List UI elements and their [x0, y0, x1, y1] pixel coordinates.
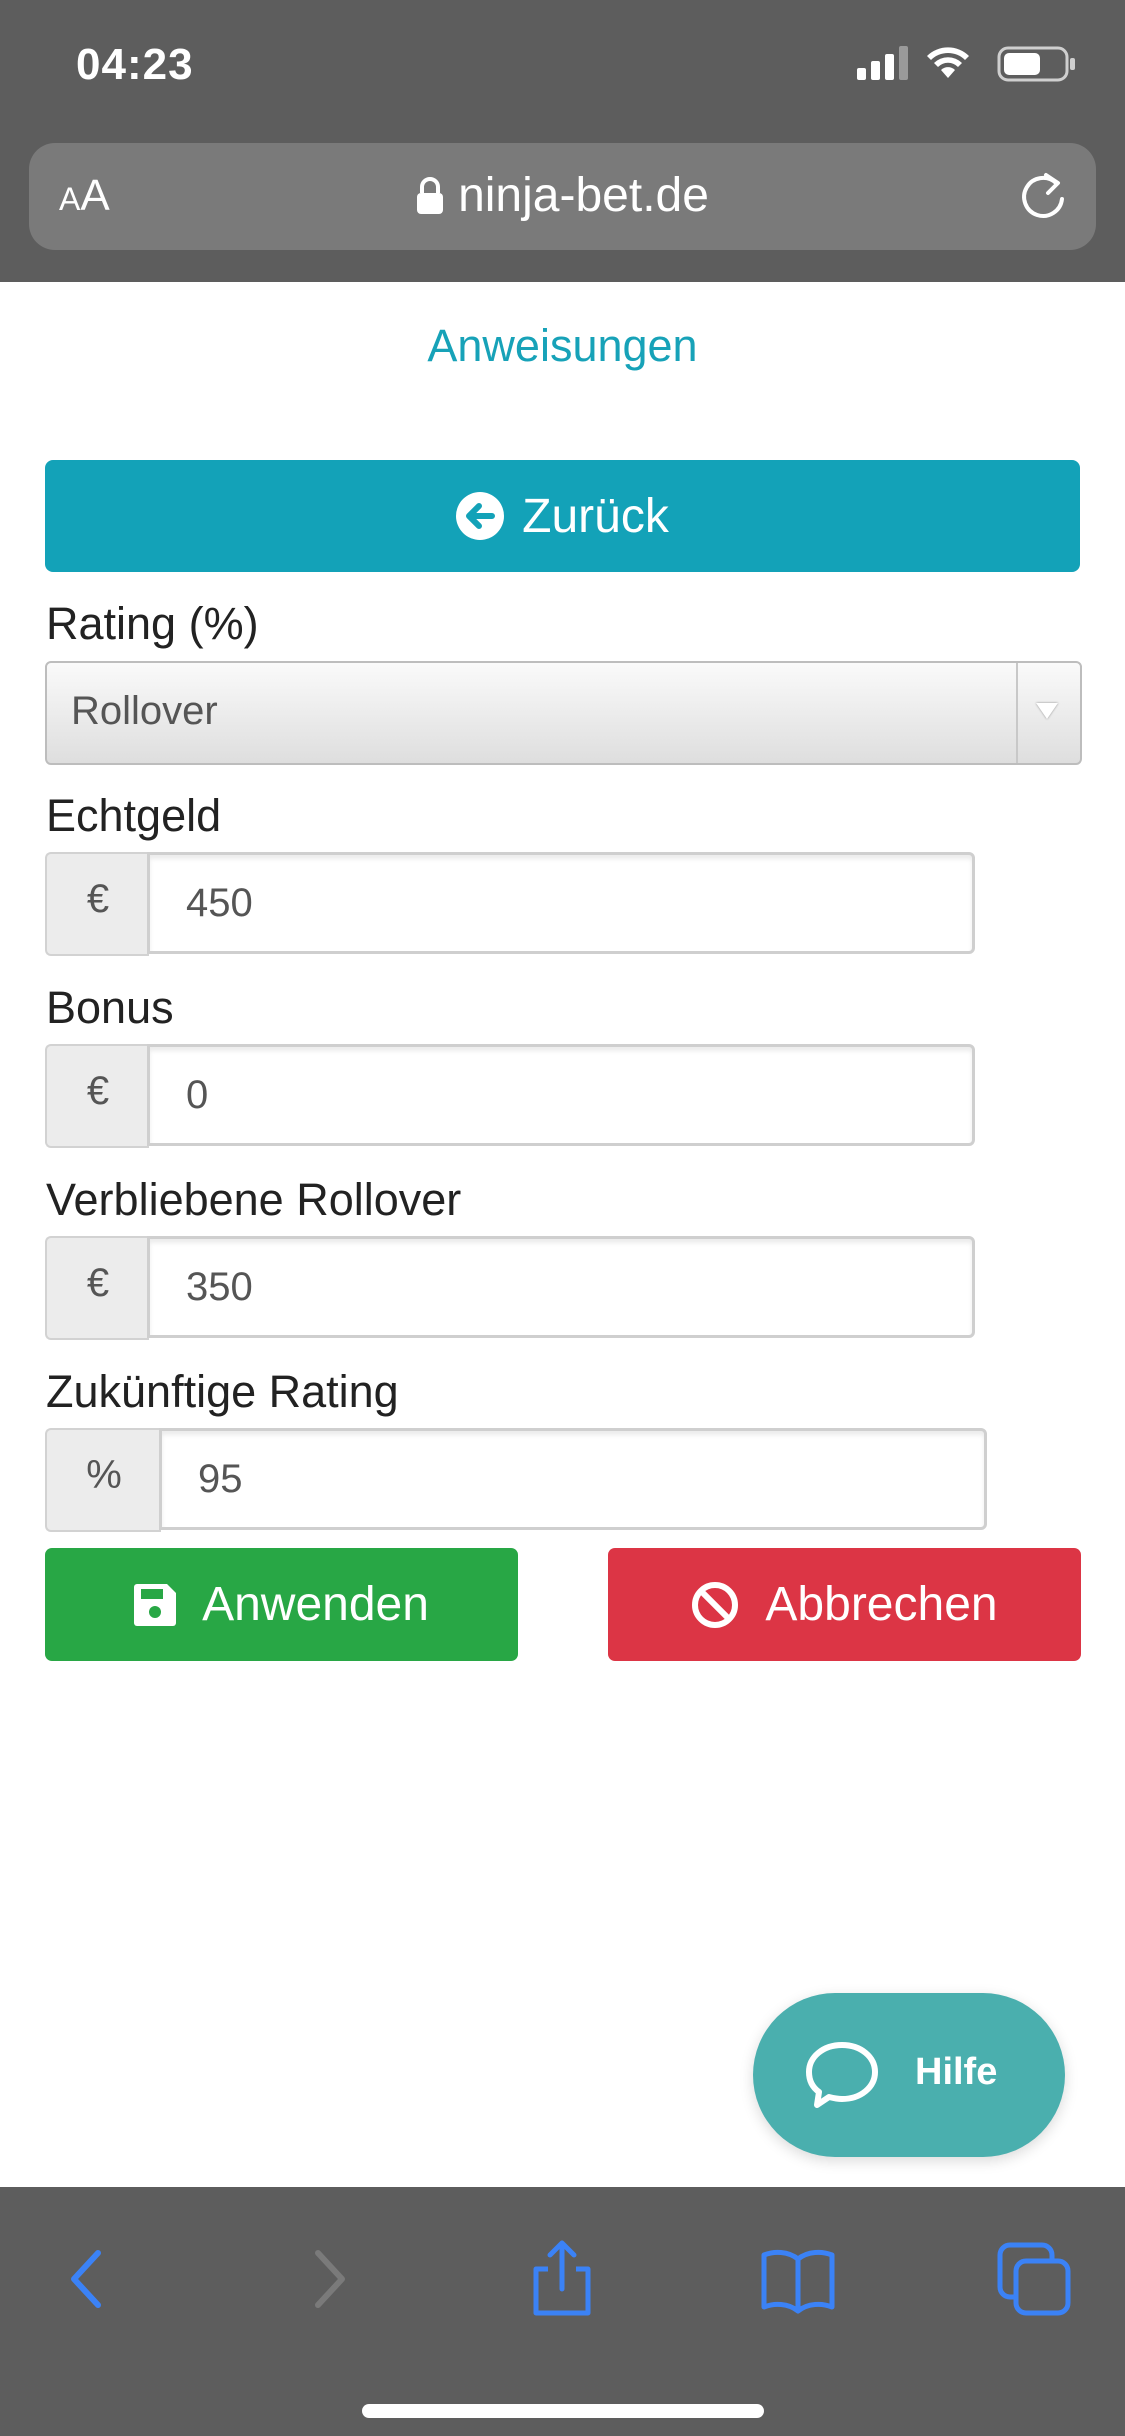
future-rating-group: % 95: [45, 1428, 987, 1532]
forward-icon[interactable]: [288, 2239, 368, 2319]
reload-icon[interactable]: [1016, 169, 1070, 223]
rollover-input[interactable]: 350: [147, 1236, 975, 1338]
rollover-value: 350: [186, 1265, 253, 1309]
url-display[interactable]: ninja-bet.de: [29, 169, 1096, 223]
help-chat-button[interactable]: Hilfe: [753, 1993, 1065, 2157]
bookmarks-icon[interactable]: [758, 2239, 838, 2319]
back-button-label: Zurück: [522, 489, 669, 543]
future-rating-label: Zukünftige Rating: [46, 1366, 399, 1417]
chat-bubble-icon: [806, 2042, 878, 2108]
arrow-circle-left-icon: [456, 492, 505, 540]
cancel-button-label: Abbrechen: [765, 1578, 998, 1631]
echtgeld-value: 450: [186, 881, 253, 925]
save-icon: [134, 1583, 177, 1626]
status-time: 04:23: [76, 40, 194, 89]
url-bar[interactable]: AA ninja-bet.de: [29, 143, 1096, 250]
help-label: Hilfe: [915, 2051, 998, 2093]
browser-toolbar: [0, 2187, 1125, 2436]
future-rating-value: 95: [198, 1457, 243, 1501]
cellular-signal-icon: [857, 46, 908, 80]
echtgeld-group: € 450: [45, 852, 975, 956]
instructions-link[interactable]: Anweisungen: [0, 320, 1125, 372]
rating-label: Rating (%): [46, 598, 259, 649]
percent-addon: %: [45, 1428, 161, 1532]
wifi-icon: [927, 47, 969, 78]
select-arrow: [1016, 663, 1080, 763]
rollover-label: Verbliebene Rollover: [46, 1174, 462, 1225]
euro-addon: €: [45, 1044, 149, 1148]
bonus-group: € 0: [45, 1044, 975, 1148]
bonus-value: 0: [186, 1073, 209, 1117]
euro-addon: €: [45, 1236, 149, 1340]
chevron-down-icon: [1036, 703, 1058, 719]
euro-addon: €: [45, 852, 149, 956]
share-icon[interactable]: [522, 2239, 602, 2319]
echtgeld-label: Echtgeld: [46, 790, 222, 841]
lock-icon: [417, 177, 444, 214]
echtgeld-input[interactable]: 450: [147, 852, 975, 954]
rating-select[interactable]: Rollover: [45, 661, 1082, 765]
apply-button[interactable]: Anwenden: [45, 1548, 518, 1661]
apply-button-label: Anwenden: [202, 1578, 429, 1631]
back-icon[interactable]: [48, 2239, 128, 2319]
url-text: ninja-bet.de: [458, 169, 709, 222]
browser-top-chrome: 04:23 AA ninja-bet.de: [0, 0, 1125, 282]
rating-select-value: Rollover: [71, 689, 218, 733]
bonus-label: Bonus: [46, 982, 174, 1033]
ban-icon: [692, 1581, 739, 1628]
home-indicator: [362, 2404, 764, 2418]
battery-icon: [997, 46, 1075, 82]
tabs-icon[interactable]: [994, 2239, 1074, 2319]
cancel-button[interactable]: Abbrechen: [608, 1548, 1081, 1661]
rollover-group: € 350: [45, 1236, 975, 1340]
future-rating-input[interactable]: 95: [159, 1428, 987, 1530]
back-button[interactable]: Zurück: [45, 460, 1080, 572]
bonus-input[interactable]: 0: [147, 1044, 975, 1146]
